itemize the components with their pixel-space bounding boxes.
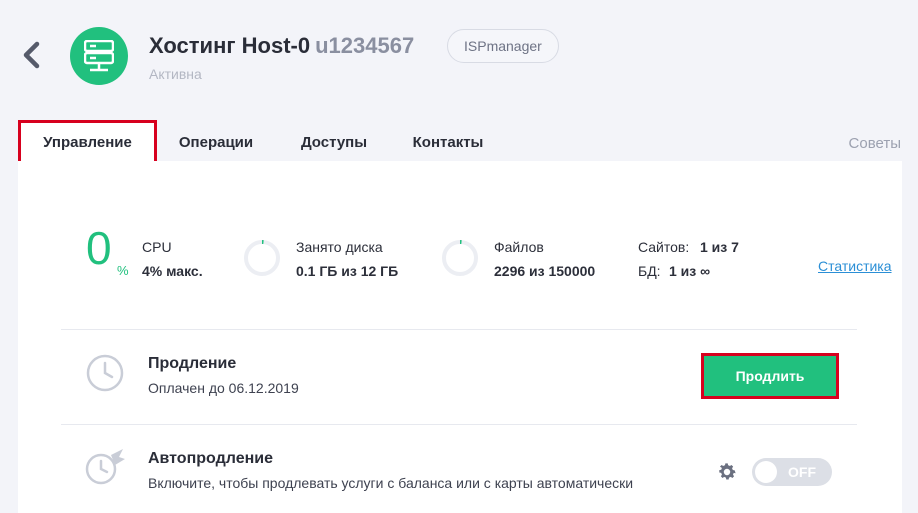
sites-label: Сайтов: [638,239,690,255]
renew-button[interactable]: Продлить [701,353,839,399]
page-title: Хостинг Host-0 [149,33,311,58]
autorenew-toggle[interactable]: OFF [752,458,832,486]
tab-access[interactable]: Доступы [275,120,393,164]
toggle-state-label: OFF [788,464,816,480]
statistics-link[interactable]: Статистика [818,258,892,274]
tab-management[interactable]: Управление [18,120,157,164]
autorenew-description: Включите, чтобы продлевать услуги с бала… [148,475,634,491]
disk-label: Занято диска [296,239,383,255]
auto-renew-clock-icon [85,449,125,485]
sites-value: 1 из 7 [700,239,739,255]
renewal-paid-until: Оплачен до 06.12.2019 [148,380,299,396]
cpu-load-unit: % [117,263,129,278]
account-login: u1234567 [315,33,415,58]
disk-value: 0.1 ГБ из 12 ГБ [296,263,399,279]
page-title-row: Хостинг Host-0 u1234567 [149,32,414,60]
renewal-title: Продление [148,355,237,372]
clock-icon [86,354,124,392]
usage-stats: 0 % CPU 4% макс. Занято диска 0.1 ГБ из … [18,225,902,291]
status-text: Активна [149,66,202,82]
disk-usage-ring-icon [244,239,280,276]
toggle-knob [755,461,777,483]
server-icon [70,27,128,85]
divider [61,329,857,330]
back-button[interactable] [20,40,44,70]
control-panel-badge[interactable]: ISPmanager [447,29,559,63]
cpu-max-value: 4% макс. [142,263,203,279]
cpu-label: CPU [142,239,172,255]
cpu-load-value: 0 [86,222,112,274]
chevron-left-icon [23,41,40,69]
files-value: 2296 из 150000 [494,263,596,279]
tab-operations[interactable]: Операции [157,120,275,164]
db-value: 1 из ∞ [669,263,711,279]
tab-contacts[interactable]: Контакты [393,120,503,164]
tab-bar: Управление Операции Доступы Контакты [18,120,503,164]
tips-link[interactable]: Советы [849,135,901,152]
divider [61,424,857,425]
autorenew-title: Автопродление [148,450,273,467]
files-usage-ring-icon [442,239,478,276]
gear-icon[interactable] [716,461,738,483]
files-label: Файлов [494,239,544,255]
management-panel: 0 % CPU 4% макс. Занято диска 0.1 ГБ из … [18,161,902,513]
db-label: БД: [638,263,661,279]
